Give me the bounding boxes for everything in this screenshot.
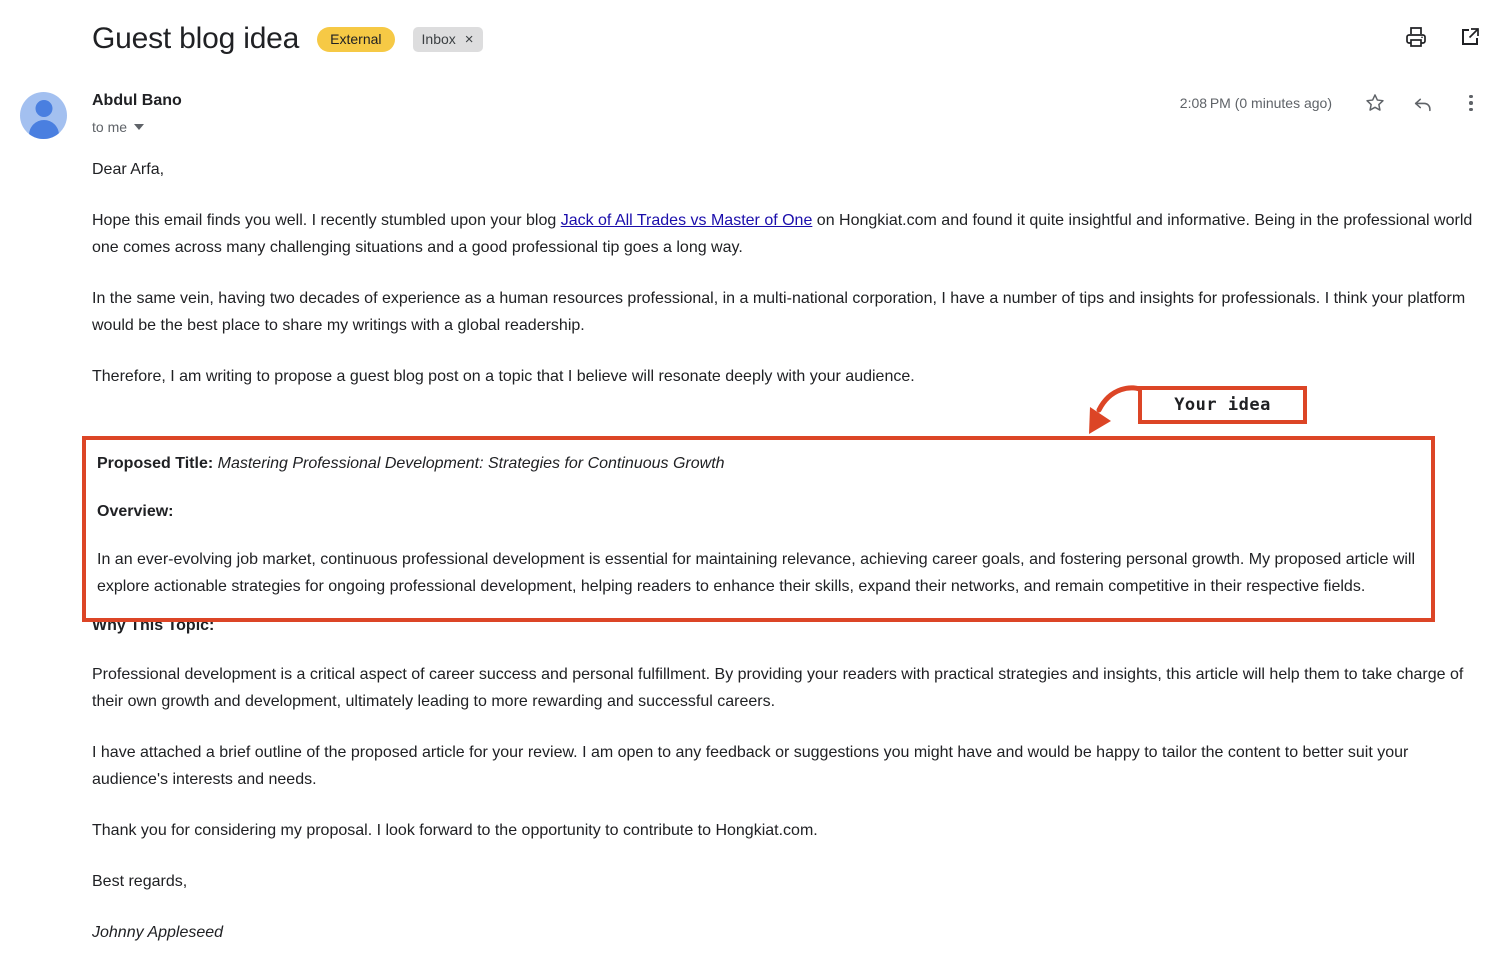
highlighted-proposal-box: Proposed Title: Mastering Professional D…: [82, 436, 1435, 622]
message-header: Guest blog idea External Inbox ×: [0, 0, 1500, 78]
overview-paragraph: In an ever-evolving job market, continuo…: [97, 551, 1416, 595]
message-actions: 2:08 PM (0 minutes ago): [1180, 92, 1482, 114]
greeting-paragraph: Dear Arfa,: [92, 161, 165, 178]
annotation-callout: Your idea: [1138, 386, 1307, 424]
intro-paragraph: Hope this email finds you well. I recent…: [92, 207, 1482, 261]
star-icon[interactable]: [1364, 92, 1386, 114]
avatar-head: [35, 100, 52, 117]
header-actions: [1404, 25, 1482, 49]
chevron-down-icon[interactable]: [134, 124, 145, 130]
recipient-dropdown[interactable]: to me: [92, 119, 145, 135]
label-chip-external-text: External: [330, 30, 382, 47]
why-this-topic-paragraph: Professional development is a critical a…: [92, 666, 1464, 710]
thanks-paragraph: Thank you for considering my proposal. I…: [92, 822, 818, 839]
timestamp: 2:08 PM (0 minutes ago): [1179, 95, 1332, 111]
proposed-title-text: Mastering Professional Development: Stra…: [217, 455, 725, 472]
close-icon[interactable]: ×: [465, 32, 474, 47]
reply-icon[interactable]: [1412, 92, 1434, 114]
label-chip-inbox-text: Inbox: [421, 30, 456, 47]
label-chip-inbox[interactable]: Inbox ×: [412, 26, 483, 52]
recipient-label: to me: [92, 119, 128, 135]
proposed-title-label: Proposed Title:: [97, 455, 214, 472]
overview-label: Overview:: [97, 503, 174, 520]
sender-name[interactable]: Abdul Bano: [92, 92, 182, 110]
experience-paragraph: In the same vein, having two decades of …: [92, 290, 1466, 334]
attachment-paragraph: I have attached a brief outline of the p…: [92, 744, 1409, 788]
signoff-paragraph: Best regards,: [92, 873, 188, 890]
proposed-title-line: Proposed Title: Mastering Professional D…: [97, 450, 1427, 477]
overview-heading: Overview:: [97, 498, 1427, 525]
annotation-callout-text: Your idea: [1174, 395, 1271, 415]
highlighted-proposal-content: Proposed Title: Mastering Professional D…: [97, 450, 1427, 600]
avatar-body: [28, 120, 59, 139]
more-options-icon[interactable]: [1460, 94, 1482, 112]
print-icon[interactable]: [1404, 25, 1428, 49]
intro-text-before: Hope this email finds you well. I recent…: [92, 212, 561, 229]
open-in-new-icon[interactable]: [1458, 25, 1482, 49]
label-chip-external[interactable]: External: [317, 26, 395, 52]
email-message-view: Guest blog idea External Inbox × Abdul B…: [0, 0, 1500, 958]
sender-row: Abdul Bano to me 2:08 PM (0 minutes ago): [0, 82, 1500, 144]
subject-row: Guest blog idea External Inbox ×: [92, 20, 483, 58]
page-title: Guest blog idea: [92, 22, 300, 55]
avatar[interactable]: [20, 92, 67, 139]
signature-paragraph: Johnny Appleseed: [92, 924, 224, 941]
blog-link[interactable]: Jack of All Trades vs Master of One: [561, 212, 813, 229]
